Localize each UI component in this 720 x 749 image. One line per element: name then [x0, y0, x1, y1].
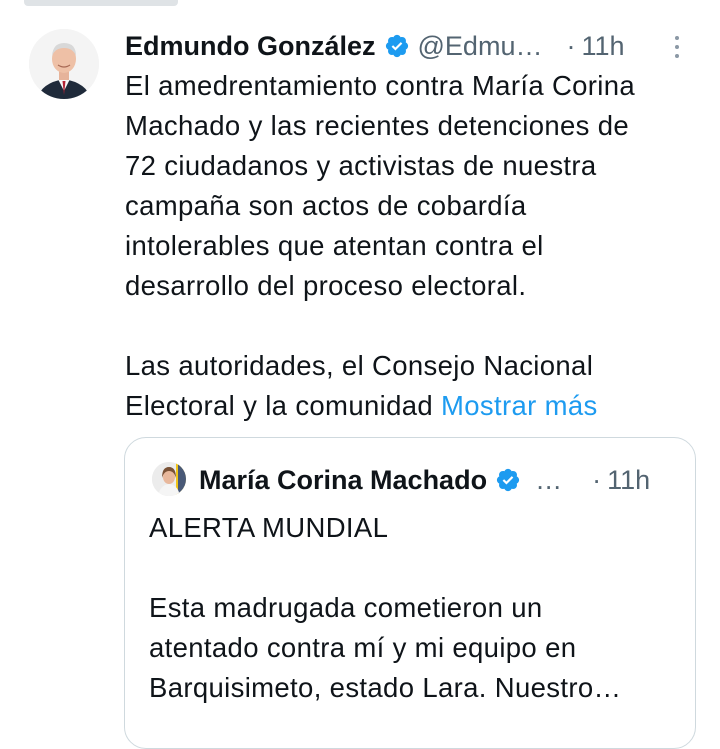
tweet-text-line: Las autoridades, el Consejo Nacional	[125, 350, 594, 381]
quoted-text-line: ALERTA MUNDIAL	[149, 512, 389, 543]
quoted-handle-truncated: …	[535, 464, 563, 495]
tweet-text-line-last: Electoral y la comunidad Mostrar más	[125, 386, 705, 426]
tweet-text-line: campaña son actos de cobardía	[125, 190, 527, 221]
quoted-text-line: atentado contra mí y mi equipo en	[149, 632, 577, 663]
author-avatar[interactable]	[29, 29, 99, 99]
avatar-photo	[29, 29, 99, 99]
quoted-text-line: Esta madrugada cometieron un	[149, 592, 543, 623]
verified-badge-icon	[385, 34, 408, 58]
top-handle-bar	[24, 0, 178, 6]
tweet-text-line: El amedrentamiento contra María Corina	[125, 70, 636, 101]
quoted-tweet-header: María Corina Machado … · 11h	[199, 460, 689, 500]
quoted-tweet-timestamp[interactable]: 11h	[607, 465, 650, 496]
separator-dot: ·	[592, 464, 602, 495]
avatar-photo	[152, 462, 186, 496]
tweet-text-fragment: Electoral y la comunidad	[125, 390, 433, 421]
author-name[interactable]: Edmundo González	[125, 31, 376, 62]
quoted-text-line	[149, 548, 689, 588]
tweet-timestamp[interactable]: 11h	[581, 31, 624, 62]
quoted-tweet-card[interactable]: María Corina Machado … · 11h ALERTA MUND…	[124, 437, 696, 749]
separator-dot: ·	[566, 30, 576, 61]
tweet-text-line: intolerables que atentan contra el	[125, 230, 544, 261]
show-more-link[interactable]: Mostrar más	[441, 390, 598, 421]
more-vertical-icon[interactable]	[671, 36, 683, 64]
quoted-author-avatar[interactable]	[152, 462, 186, 496]
tweet-text-line: desarrollo del proceso electoral.	[125, 270, 527, 301]
verified-badge-icon	[496, 468, 520, 492]
quoted-tweet-text: ALERTA MUNDIAL Esta madrugada cometieron…	[149, 508, 689, 708]
tweet-header: Edmundo González @Edmu… · 11h	[125, 26, 695, 66]
quoted-text-line: Barquisimeto, estado Lara. Nuestro…	[149, 672, 622, 703]
quoted-author-name[interactable]: María Corina Machado	[199, 465, 487, 496]
author-handle[interactable]: @Edmu…	[418, 31, 543, 62]
tweet-text: El amedrentamiento contra María Corina M…	[125, 66, 705, 426]
tweet-text-line: 72 ciudadanos y activistas de nuestra	[125, 150, 597, 181]
tweet-text-line: Machado y las recientes detenciones de	[125, 110, 630, 141]
